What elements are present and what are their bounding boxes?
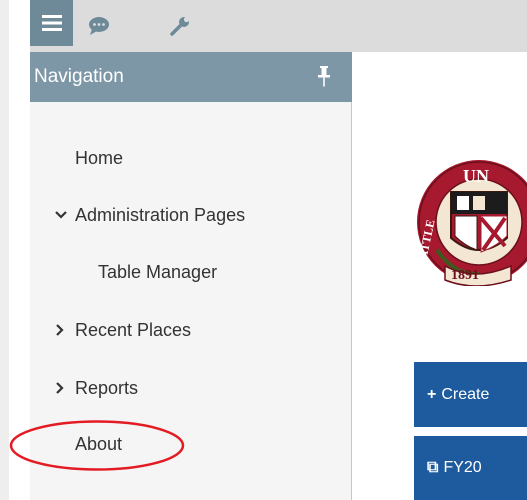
create-button-label: Create [441,385,490,403]
sidebar-item-recent-places[interactable]: Recent Places [30,310,351,350]
navigation-header: Navigation [30,52,352,102]
wrench-icon [170,16,190,36]
sidebar-item-about[interactable]: About [30,424,351,464]
sidebar-item-label: Table Manager [98,261,218,282]
sidebar-item-label: About [75,433,123,454]
sidebar-item-label: Recent Places [75,319,192,340]
sidebar-item-home[interactable]: Home [30,138,351,178]
chevron-down-icon [55,211,67,219]
fy20-link-button[interactable]: ⧉ FY20 [414,436,527,500]
plus-icon: + [427,385,437,403]
window-left-border [0,0,9,500]
seal-top-letters: UN [463,166,489,186]
sidebar-item-label: Administration Pages [75,204,246,225]
menu-toggle-button[interactable] [30,0,73,46]
tools-button[interactable] [160,0,200,52]
pushpin-icon[interactable] [318,66,330,88]
create-button[interactable]: + Create [414,362,527,427]
navigation-sidebar: Home Administration Pages Table Manager … [30,102,352,500]
fy20-button-label: FY20 [443,459,482,476]
sidebar-item-administration-pages[interactable]: Administration Pages [30,195,351,235]
seal-year: 1891 [451,268,479,283]
hamburger-menu-icon [41,15,62,31]
university-seal-logo: UN SEATTLE 1891 [415,158,527,286]
chat-bubble-icon [89,17,109,35]
external-link-icon: ⧉ [427,459,439,476]
chevron-right-icon [56,382,64,394]
navigation-title: Navigation [34,66,124,87]
sidebar-item-label: Reports [75,377,139,398]
chevron-right-icon [56,324,64,336]
sidebar-item-table-manager[interactable]: Table Manager [30,252,351,292]
sidebar-item-label: Home [75,147,124,168]
sidebar-item-reports[interactable]: Reports [30,368,351,408]
chat-button[interactable] [79,0,119,52]
